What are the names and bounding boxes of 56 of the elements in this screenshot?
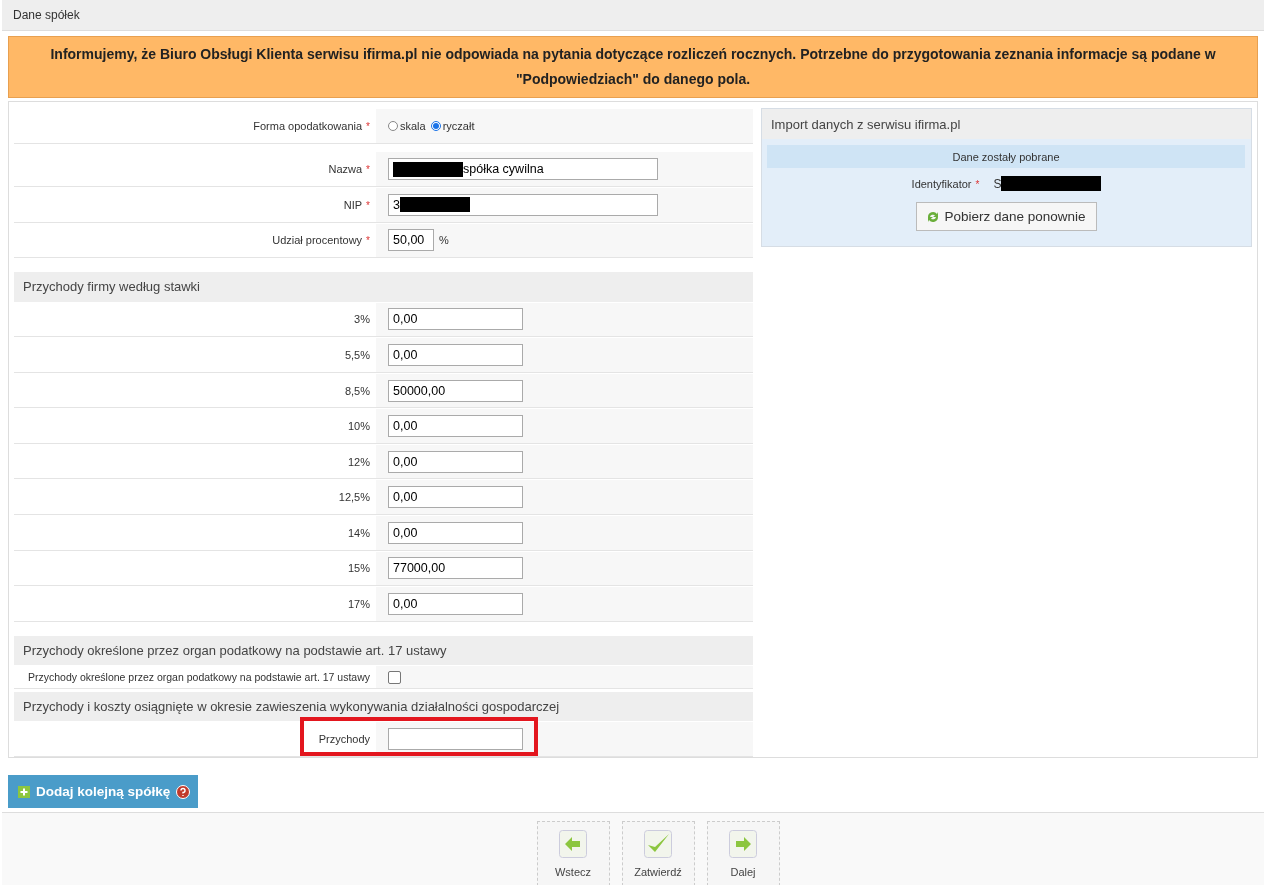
help-icon	[176, 784, 191, 799]
checkmark-icon	[644, 829, 672, 858]
status-message: Dane zostały pobrane	[767, 145, 1245, 168]
required-asterisk: *	[366, 164, 370, 176]
checkbox[interactable]	[388, 670, 401, 684]
refresh-icon	[927, 210, 940, 223]
required-asterisk: *	[366, 199, 370, 211]
field-label: Przychody określone przez organ podatkowy na podstawie art. 17 ustawy	[27, 671, 370, 684]
panel-title: Import danych z serwisu ifirma.pl	[762, 109, 1251, 139]
field-label: Przychody	[318, 733, 370, 746]
rate-label: 14%	[347, 526, 370, 539]
notice-banner: Informujemy, że Biuro Obsługi Klienta serwisu ifirma.pl nie odpowiada na pytania dotyczące rozliczeń rocznych. Potrzebne do przygotowania zeznania informacje są podane w "Podpowiedziach" do danego pola.	[8, 36, 1258, 98]
amount-field[interactable]: 0,00	[388, 415, 523, 438]
plus-icon	[18, 785, 30, 798]
redaction-mark	[399, 197, 470, 213]
rate-label: 17%	[347, 597, 370, 610]
required-asterisk: *	[366, 235, 370, 247]
section-header: Przychody i koszty osiągnięte w okresie zawieszenia wykonywania działalności gospodarczej	[14, 691, 753, 722]
field-label: NIP	[343, 198, 363, 211]
text-field[interactable]: 3	[388, 193, 658, 216]
redaction-mark	[393, 161, 463, 177]
amount-field[interactable]: 0,00	[388, 344, 523, 366]
field-label: Identyfikator	[911, 177, 972, 190]
rate-label: 3%	[354, 313, 370, 326]
nav-button[interactable]: Wstecz	[536, 821, 610, 885]
radio-option[interactable]: ryczałt	[430, 119, 475, 132]
required-asterisk: *	[975, 178, 980, 190]
amount-field[interactable]: 50000,00	[388, 379, 523, 402]
section-header: Przychody określone przez organ podatkowy na podstawie art. 17 ustawy	[14, 635, 753, 666]
refresh-button[interactable]: Pobierz dane ponownie	[916, 202, 1097, 231]
nav-button[interactable]: Zatwierdź	[621, 821, 695, 885]
rate-label: 12%	[347, 455, 370, 468]
amount-field[interactable]: 0,00	[388, 308, 523, 331]
rate-label: 10%	[347, 420, 370, 433]
field-label: Nazwa	[328, 163, 363, 176]
text-field[interactable]: spółka cywilna	[388, 158, 658, 181]
amount-field[interactable]: 0,00	[388, 486, 523, 509]
field-label: Forma opodatkowania	[253, 119, 363, 132]
section-header: Przychody firmy według stawki	[14, 272, 753, 302]
text-field[interactable]: 50,00	[388, 229, 434, 252]
field-label: Udział procentowy	[272, 234, 363, 247]
radio-option[interactable]: skala	[388, 119, 426, 132]
amount-field[interactable]: 0,00	[388, 592, 523, 615]
rate-label: 12,5%	[338, 491, 370, 504]
rate-label: 8,5%	[344, 384, 370, 397]
rate-label: 5,5%	[344, 349, 370, 361]
amount-field[interactable]: 0,00	[388, 521, 523, 544]
unit-label: %	[439, 234, 449, 247]
amount-field[interactable]: 0,00	[388, 450, 523, 473]
required-asterisk: *	[366, 120, 370, 132]
amount-field[interactable]: 77000,00	[388, 557, 523, 580]
page-header: Dane spółek	[2, 0, 1264, 31]
nav-button[interactable]: Dalej	[706, 821, 780, 885]
amount-field[interactable]	[388, 728, 523, 751]
identifier-value: S	[993, 176, 1002, 191]
rate-label: 15%	[347, 562, 370, 575]
